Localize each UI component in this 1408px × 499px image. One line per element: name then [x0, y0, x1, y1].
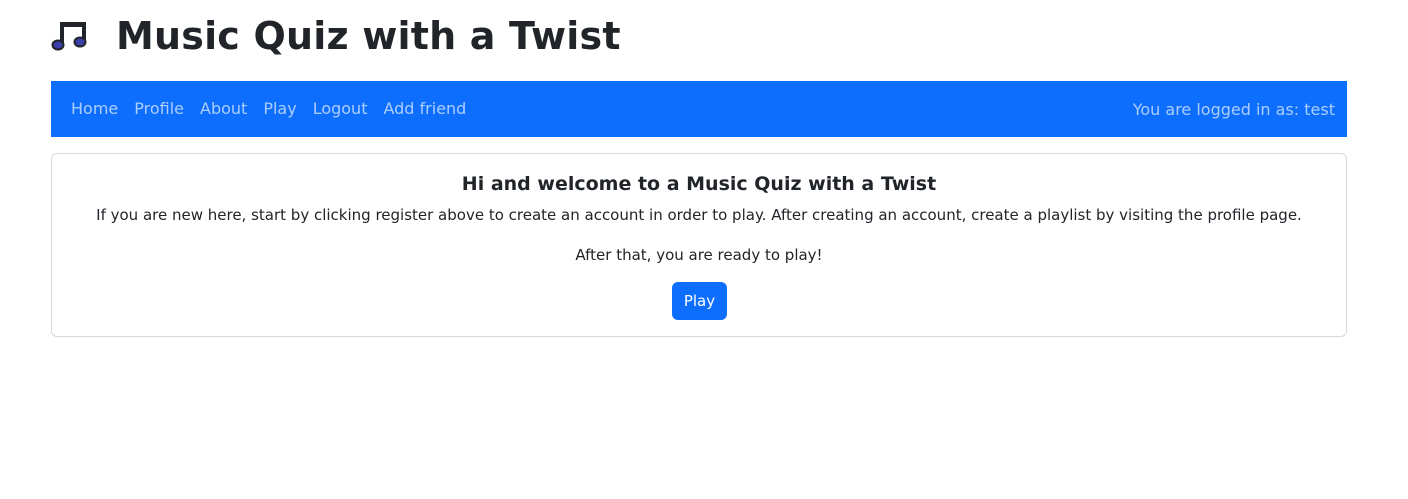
- intro-text: If you are new here, start by clicking r…: [96, 206, 1302, 224]
- nav-links: Home Profile About Play Logout Add frien…: [63, 81, 474, 137]
- nav-link-logout[interactable]: Logout: [305, 81, 376, 137]
- nav-link-play[interactable]: Play: [255, 81, 304, 137]
- nav-link-profile[interactable]: Profile: [126, 81, 192, 137]
- page-header: Music Quiz with a Twist: [51, 12, 621, 60]
- nav-link-about[interactable]: About: [192, 81, 255, 137]
- play-button[interactable]: Play: [672, 282, 727, 320]
- login-status: You are logged in as: test: [1132, 99, 1335, 119]
- card-title: Hi and welcome to a Music Quiz with a Tw…: [461, 173, 937, 195]
- main-navbar: Home Profile About Play Logout Add frien…: [51, 81, 1347, 137]
- music-note-icon: [51, 16, 95, 56]
- nav-link-home[interactable]: Home: [63, 81, 126, 137]
- ready-text: After that, you are ready to play!: [575, 246, 823, 264]
- welcome-card: Hi and welcome to a Music Quiz with a Tw…: [51, 153, 1347, 337]
- nav-link-add-friend[interactable]: Add friend: [375, 81, 474, 137]
- page-title: Music Quiz with a Twist: [116, 14, 621, 58]
